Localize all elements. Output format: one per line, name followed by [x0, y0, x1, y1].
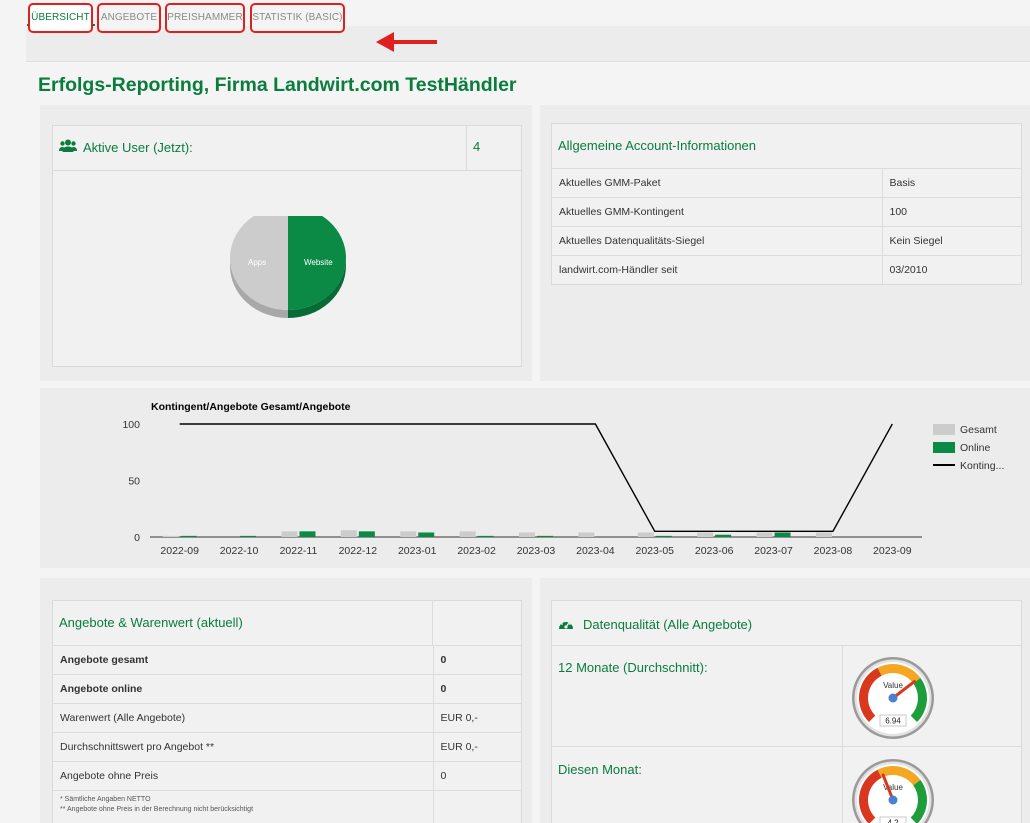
x-tick-label: 2023-07: [754, 545, 793, 557]
x-tick-label: 2022-10: [220, 545, 259, 557]
table-row: Aktuelles GMM-Paket Basis: [552, 168, 1021, 198]
kontingent-chart: 0 50 100 2022-09 2022-10 2022-11 2022-12 2023-0…: [122, 419, 922, 557]
bar-gesamt: [340, 530, 357, 537]
x-tick-label: 2022-12: [339, 545, 378, 557]
quality-title: Datenqualität (Alle Angebote): [583, 617, 753, 632]
table-row: Angebote ohne Preis 0: [53, 761, 521, 791]
bar-gesamt: [697, 532, 714, 537]
x-tick-label: 2023-01: [398, 545, 437, 557]
table-row: Warenwert (Alle Angebote) EUR 0,-: [53, 703, 521, 733]
active-users-count: 4: [473, 139, 481, 154]
gauge-label: Value: [883, 681, 903, 690]
x-tick-label: 2023-03: [517, 545, 556, 557]
bar-gesamt: [281, 531, 298, 537]
table-row: * Sämtliche Angaben NETTO ** Angebote oh…: [53, 790, 521, 823]
bar-gesamt: [519, 532, 535, 537]
bar-gesamt: [815, 532, 832, 537]
table-row: Angebote gesamt 0: [53, 645, 521, 675]
tab-uebersicht[interactable]: ÜBERSICHT: [28, 3, 93, 33]
bar-online: [537, 535, 553, 537]
x-tick-label: 2023-08: [814, 545, 853, 557]
table-row: Durchschnittswert pro Angebot ** EUR 0,-: [53, 732, 521, 762]
offers-panel: Angebote & Warenwert (aktuell) Angebote …: [52, 600, 522, 823]
gauge-value: 6.94: [885, 717, 901, 726]
table-row: Aktuelles Datenqualitäts-Siegel Kein Sieg…: [552, 226, 1021, 256]
y-tick-label: 0: [134, 532, 140, 544]
bar-gesamt: [162, 535, 179, 537]
gauge-hub: [888, 693, 898, 703]
active-users-panel: Aktive User (Jetzt): 4 Apps Website: [52, 125, 522, 367]
active-users-pie-chart: Apps Website: [230, 216, 346, 318]
bar-gesamt: [756, 532, 773, 537]
quality-panel: Datenqualität (Alle Angebote) 12 Monate …: [551, 600, 1022, 823]
legend-label-online: Online: [960, 442, 991, 454]
bar-online: [180, 535, 197, 537]
y-tick-label: 100: [122, 419, 140, 431]
tab-angebote[interactable]: ANGEBOTE: [97, 3, 161, 33]
quality-gauge-this-month: Value4.2: [852, 759, 934, 823]
tab-statistik[interactable]: STATISTIK (BASIC): [250, 3, 345, 33]
page-title: Erfolgs-Reporting, Firma Landwirt.com Te…: [38, 74, 517, 96]
bar-online: [715, 534, 732, 537]
bar-online: [774, 532, 791, 537]
gauge-hub: [888, 795, 898, 805]
pie-label-website: Website: [304, 258, 333, 267]
table-row: Aktuelles GMM-Kontingent 100: [552, 197, 1021, 227]
bar-online: [299, 531, 316, 537]
legend-swatch-online: [933, 442, 955, 453]
users-icon: [59, 139, 77, 152]
active-users-label: Aktive User (Jetzt):: [83, 140, 193, 155]
x-tick-label: 2023-02: [457, 545, 496, 557]
legend-swatch-gesamt: [933, 424, 955, 435]
legend-label-gesamt: Gesamt: [960, 424, 997, 436]
x-tick-label: 2022-11: [280, 545, 318, 557]
arrow-left-icon: [376, 32, 437, 52]
account-info-table: Aktuelles GMM-Paket Basis Aktuelles GMM-K…: [552, 168, 1021, 285]
quality-gauge-12-months: Value 6.94: [852, 657, 934, 739]
bar-gesamt: [400, 531, 417, 537]
pie-label-apps: Apps: [248, 258, 266, 267]
line-kontingent: [179, 423, 893, 533]
footnote-ohne-preis: ** Angebote ohne Preis in der Berechnung…: [60, 806, 254, 813]
table-row: landwirt.com-Händler seit 03/2010: [552, 255, 1021, 285]
x-tick-label: 2023-06: [695, 545, 734, 557]
quality-this-month-label: Diesen Monat:: [558, 762, 642, 777]
tab-preishammer[interactable]: PREISHAMMER: [165, 3, 245, 33]
footnote-netto: * Sämtliche Angaben NETTO: [60, 796, 151, 803]
bar-online: [358, 531, 375, 537]
y-tick-label: 50: [128, 476, 140, 488]
offers-table: Angebote gesamt 0 Angebote online 0 Warenw…: [53, 645, 521, 823]
legend-label-kontingent: Konting...: [960, 460, 1005, 472]
account-info-panel: Allgemeine Account-Informationen Aktuell…: [551, 123, 1022, 285]
bar-online: [477, 535, 494, 537]
bar-online: [655, 535, 672, 537]
quality-12-months-label: 12 Monate (Durchschnitt):: [558, 660, 708, 675]
bar-gesamt: [459, 531, 476, 537]
bar-gesamt: [578, 532, 595, 537]
dashboard-icon: [559, 620, 573, 629]
bar-online: [418, 532, 435, 537]
x-tick-label: 2023-04: [576, 545, 615, 557]
x-tick-label: 2023-09: [873, 545, 912, 557]
offers-title: Angebote & Warenwert (aktuell): [53, 601, 433, 645]
gauge-value: 4.2: [887, 819, 899, 823]
legend-swatch-kontingent: [933, 464, 955, 466]
table-row: Angebote online 0: [53, 674, 521, 704]
x-tick-label: 2022-09: [160, 545, 199, 557]
account-info-title: Allgemeine Account-Informationen: [558, 138, 757, 153]
bar-gesamt: [637, 532, 654, 537]
x-tick-label: 2023-05: [635, 545, 674, 557]
bar-online: [240, 535, 257, 537]
